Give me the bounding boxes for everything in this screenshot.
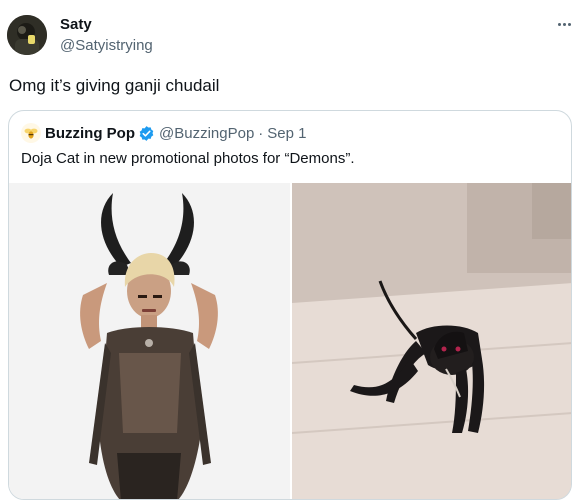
author-name[interactable]: Saty [60, 16, 92, 33]
tweet[interactable]: Saty @Satyistrying Omg it’s giving ganji… [0, 0, 580, 504]
photo-1[interactable] [9, 183, 290, 499]
quoted-tweet-date[interactable]: Sep 1 [267, 125, 306, 142]
media-grid [9, 183, 571, 499]
bee-logo-icon[interactable] [21, 123, 41, 143]
author-handle[interactable]: @Satyistrying [60, 37, 153, 54]
quoted-author-handle[interactable]: @BuzzingPop [159, 125, 254, 142]
quoted-tweet-text: Doja Cat in new promotional photos for “… [21, 150, 355, 167]
quoted-tweet-header: Buzzing Pop @BuzzingPop · Sep 1 [21, 123, 306, 143]
quoted-tweet[interactable]: Buzzing Pop @BuzzingPop · Sep 1 Doja Cat… [8, 110, 572, 500]
photo-2[interactable] [292, 183, 571, 499]
avatar-image [7, 15, 47, 55]
quoted-author-name[interactable]: Buzzing Pop [45, 125, 135, 142]
verified-badge-icon [139, 125, 154, 141]
more-options-icon[interactable] [553, 14, 575, 34]
separator-dot: · [258, 124, 264, 142]
avatar[interactable] [7, 15, 47, 55]
tweet-text: Omg it’s giving ganji chudail [9, 76, 220, 95]
